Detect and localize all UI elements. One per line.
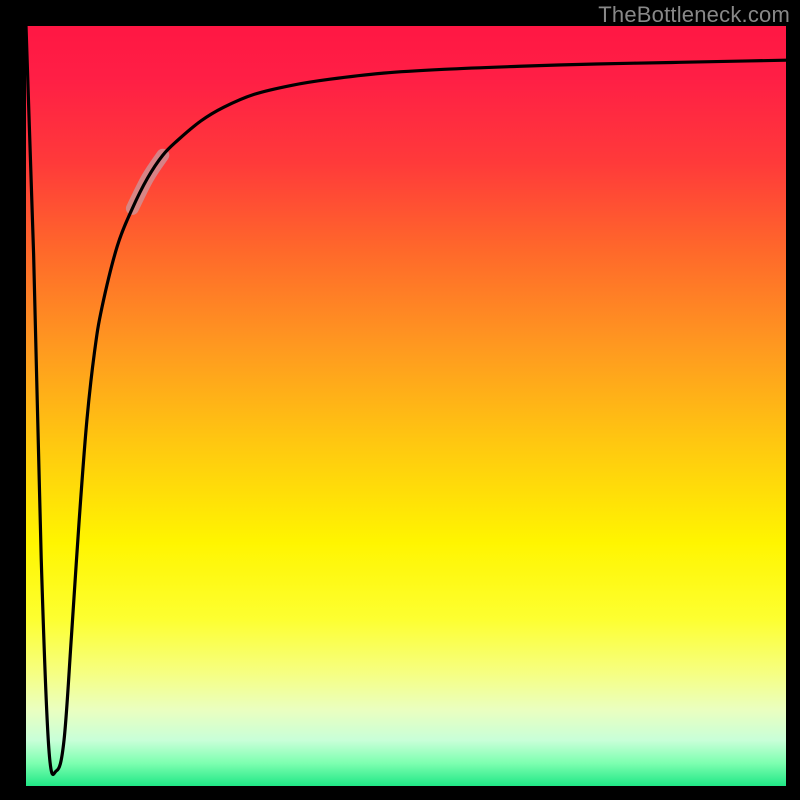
chart-container: TheBottleneck.com — [0, 0, 800, 800]
attribution-text: TheBottleneck.com — [598, 2, 790, 28]
plot-background — [26, 26, 786, 786]
bottleneck-chart — [0, 0, 800, 800]
